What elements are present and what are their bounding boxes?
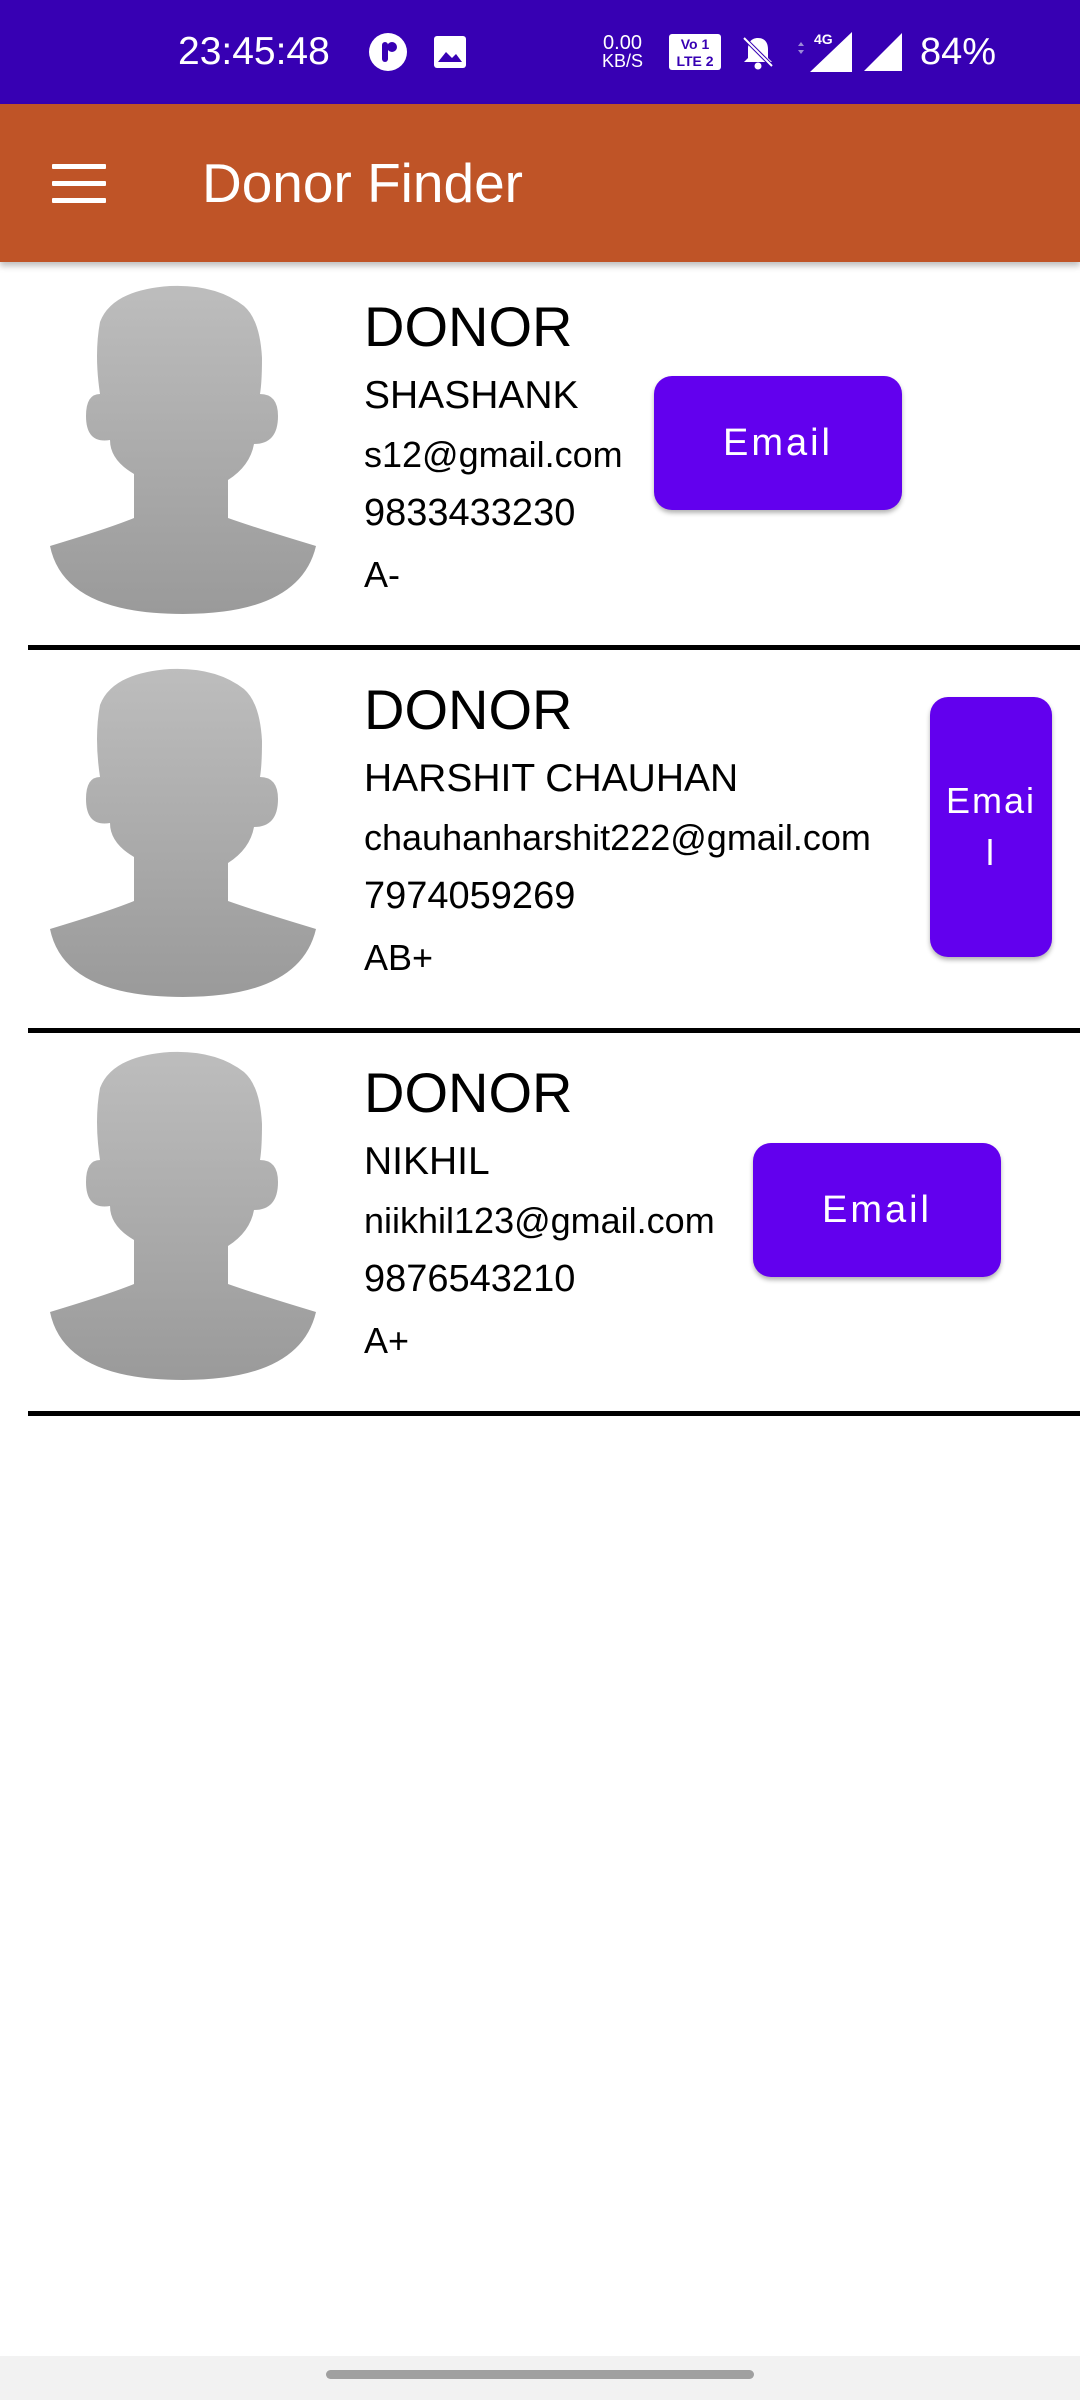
donor-phone: 9876543210	[364, 1258, 576, 1300]
avatar-placeholder-icon	[50, 668, 316, 997]
network-speed-value: 0.00	[603, 32, 642, 54]
page-title: Donor Finder	[202, 152, 523, 214]
donor-card: DONOR NIKHIL niikhil123@gmail.com 987654…	[28, 1028, 1080, 1416]
network-speed: 0.00 KB/S	[602, 0, 643, 104]
donor-email: niikhil123@gmail.com	[364, 1200, 715, 1241]
donor-heading: DONOR	[364, 678, 573, 741]
donor-name: NIKHIL	[364, 1140, 490, 1183]
svg-text:LTE 2: LTE 2	[676, 53, 713, 69]
donor-heading: DONOR	[364, 1061, 573, 1124]
hamburger-menu-icon[interactable]	[52, 164, 106, 204]
volte-icon: Vo 1 LTE 2	[668, 0, 722, 104]
donor-email: chauhanharshit222@gmail.com	[364, 817, 871, 858]
email-button[interactable]: Email	[930, 697, 1052, 957]
email-button[interactable]: Email	[654, 376, 902, 510]
donor-phone: 9833433230	[364, 492, 576, 534]
donor-name: SHASHANK	[364, 374, 579, 417]
mute-bell-icon	[738, 0, 778, 104]
donor-card: DONOR HARSHIT CHAUHAN chauhanharshit222@…	[28, 645, 1080, 1033]
email-button[interactable]: Email	[753, 1143, 1001, 1277]
avatar-placeholder-icon	[50, 285, 316, 614]
signal-4g-icon: 4G	[790, 0, 854, 104]
app-notification-icon	[368, 0, 408, 104]
donor-blood-group: AB+	[364, 937, 434, 978]
donor-name: HARSHIT CHAUHAN	[364, 757, 739, 800]
gesture-nav-bar	[0, 2356, 1080, 2400]
donor-heading: DONOR	[364, 295, 573, 358]
status-bar: 23:45:48 0.00 KB/S Vo 1 LTE 2 4G 84%	[0, 0, 1080, 104]
svg-text:Vo 1: Vo 1	[681, 36, 710, 52]
donor-blood-group: A-	[364, 554, 400, 595]
donor-blood-group: A+	[364, 1320, 410, 1361]
image-notification-icon	[432, 0, 468, 104]
battery-level: 84%	[920, 30, 997, 73]
donor-phone: 7974059269	[364, 875, 576, 917]
avatar-placeholder-icon	[50, 1051, 316, 1380]
home-gesture-handle[interactable]	[326, 2370, 754, 2379]
app-bar: Donor Finder	[0, 104, 1080, 262]
donor-email: s12@gmail.com	[364, 434, 623, 475]
donor-card: DONOR SHASHANK s12@gmail.com 9833433230 …	[28, 262, 1080, 650]
network-speed-unit: KB/S	[602, 51, 644, 71]
svg-text:4G: 4G	[814, 31, 833, 47]
status-time: 23:45:48	[178, 30, 330, 73]
signal-strength-icon	[862, 0, 904, 104]
